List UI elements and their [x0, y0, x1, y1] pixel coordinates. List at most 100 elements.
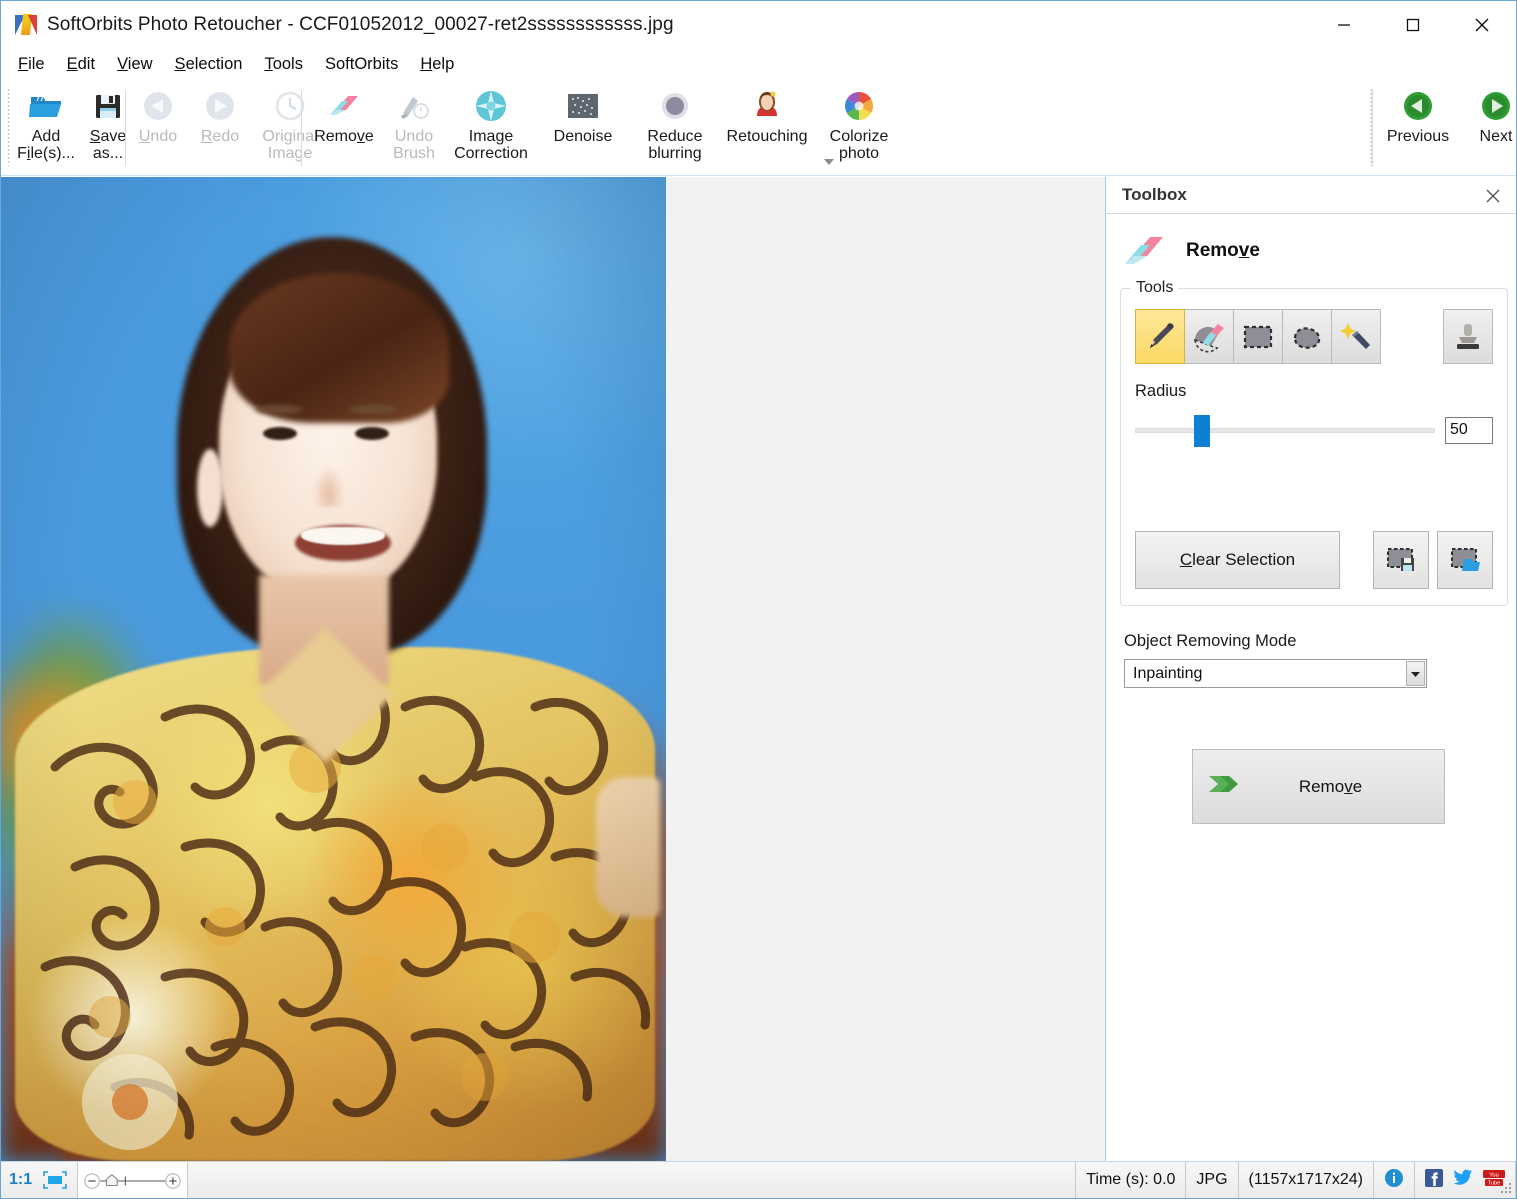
- toolbox-header: Toolbox: [1106, 177, 1516, 214]
- lasso-select-tool-button[interactable]: [1282, 309, 1332, 364]
- color-wheel-icon: [839, 86, 879, 126]
- format-status: JPG: [1186, 1162, 1238, 1198]
- radius-slider-thumb[interactable]: [1194, 415, 1210, 447]
- toolbox-title: Toolbox: [1122, 185, 1187, 205]
- brush-clock-icon: [394, 86, 434, 126]
- close-button[interactable]: [1447, 1, 1516, 48]
- undo-label: Undo: [139, 128, 177, 145]
- radius-slider[interactable]: [1135, 411, 1445, 449]
- radius-slider-track: [1135, 428, 1435, 433]
- save-selection-icon: [1384, 545, 1418, 575]
- magic-wand-tool-button[interactable]: [1331, 309, 1381, 364]
- denoise-button[interactable]: Denoise: [537, 80, 629, 145]
- info-icon[interactable]: [1384, 1168, 1404, 1193]
- tools-groupbox: Tools: [1120, 288, 1508, 606]
- remove-action-button[interactable]: Remove: [1192, 749, 1445, 824]
- clear-selection-button[interactable]: Clear Selection: [1135, 531, 1340, 589]
- zoom-buttons-cell: 1:1: [1, 1162, 78, 1198]
- save-selection-button[interactable]: [1373, 531, 1429, 589]
- magic-wand-icon: [1339, 320, 1373, 354]
- info-cell: [1374, 1162, 1415, 1198]
- undo-arrow-icon: [138, 86, 178, 126]
- menu-tools[interactable]: Tools: [264, 55, 303, 74]
- colorize-photo-label: Colorize photo: [830, 128, 889, 162]
- green-right-arrow-icon: [1476, 86, 1516, 126]
- eraser-tool-button[interactable]: [1184, 309, 1234, 364]
- redo-button[interactable]: Redo: [189, 80, 251, 145]
- menu-softorbits[interactable]: SoftOrbits: [325, 55, 398, 74]
- remove-button[interactable]: Remove: [305, 80, 383, 145]
- eraser-brush-icon: [1191, 320, 1227, 354]
- next-button[interactable]: Next: [1457, 80, 1517, 145]
- ribbon-expand-icon[interactable]: [822, 155, 836, 169]
- menu-selection[interactable]: Selection: [175, 55, 243, 74]
- pencil-icon: [1143, 320, 1177, 354]
- ribbon-group-navigation: Previous Next: [1379, 80, 1517, 176]
- photo-canvas[interactable]: [1, 177, 666, 1161]
- radius-label: Radius: [1135, 382, 1493, 401]
- pencil-tool-button[interactable]: [1135, 309, 1185, 364]
- menu-view[interactable]: View: [117, 55, 152, 74]
- time-status: Time (s): 0.0: [1076, 1162, 1186, 1198]
- undo-button[interactable]: Undo: [127, 80, 189, 145]
- window-title: SoftOrbits Photo Retoucher - CCF01052012…: [47, 14, 674, 36]
- toolbox-section-header: Remove: [1120, 228, 1516, 274]
- undo-brush-label: Undo Brush: [393, 128, 435, 162]
- reduce-blurring-button[interactable]: Reduce blurring: [629, 80, 721, 162]
- toolbox-section-title: Remove: [1186, 240, 1260, 262]
- undo-brush-button[interactable]: Undo Brush: [383, 80, 445, 162]
- rectangle-select-tool-button[interactable]: [1233, 309, 1283, 364]
- twitter-icon[interactable]: [1453, 1169, 1473, 1192]
- object-removing-mode-value: Inpainting: [1125, 665, 1202, 683]
- chevron-down-icon[interactable]: [1406, 661, 1425, 686]
- image-correction-button[interactable]: Image Correction: [445, 80, 537, 162]
- menu-edit[interactable]: Edit: [67, 55, 95, 74]
- status-spacer: [188, 1162, 1076, 1198]
- ribbon-group-file: Add File(s)... Save as...: [15, 80, 139, 176]
- maximize-button[interactable]: [1378, 1, 1447, 48]
- ribbon-group-history: Undo Redo: [127, 80, 329, 176]
- colorize-photo-button[interactable]: Colorize photo: [813, 80, 905, 162]
- add-files-label: Add File(s)...: [17, 128, 75, 162]
- retouching-label: Retouching: [727, 128, 808, 145]
- load-selection-icon: [1448, 545, 1482, 575]
- object-removing-mode-select[interactable]: Inpainting: [1124, 659, 1427, 688]
- green-double-arrow-icon: [1207, 770, 1243, 803]
- redo-label: Redo: [201, 128, 239, 145]
- radius-slider-row: [1135, 411, 1493, 449]
- menu-help[interactable]: Help: [420, 55, 454, 74]
- add-files-button[interactable]: Add File(s)...: [15, 80, 77, 162]
- eraser-icon: [324, 86, 364, 126]
- previous-button[interactable]: Previous: [1379, 80, 1457, 145]
- radius-value-input[interactable]: [1445, 417, 1493, 444]
- clone-stamp-icon: [1452, 320, 1484, 354]
- menu-file[interactable]: File: [18, 55, 45, 74]
- canvas-work-area[interactable]: [1, 177, 1105, 1161]
- image-correction-label: Image Correction: [454, 128, 528, 162]
- retouching-button[interactable]: Retouching: [721, 80, 813, 145]
- window-controls: [1309, 1, 1516, 48]
- floppy-disk-icon: [88, 86, 128, 126]
- application-window: SoftOrbits Photo Retoucher - CCF01052012…: [0, 0, 1517, 1199]
- zoom-actual-size-button[interactable]: 1:1: [9, 1171, 32, 1189]
- ribbon-group-tools: Remove Undo Brush: [305, 80, 905, 176]
- ribbon-drag-handle[interactable]: [7, 88, 10, 166]
- noise-square-icon: [563, 86, 603, 126]
- ribbon-separator-2: [301, 90, 302, 166]
- remove-action-label: Remove: [1243, 777, 1418, 797]
- clone-stamp-tool-button[interactable]: [1443, 309, 1493, 364]
- eraser-icon: [1120, 231, 1168, 271]
- load-selection-button[interactable]: [1437, 531, 1493, 589]
- status-bar: 1:1: [1, 1161, 1516, 1198]
- menu-bar: File Edit View Selection Tools SoftOrbit…: [1, 48, 1516, 80]
- toolbox-close-icon[interactable]: [1482, 185, 1504, 207]
- facebook-icon[interactable]: [1425, 1169, 1443, 1192]
- denoise-label: Denoise: [554, 128, 613, 145]
- minimize-button[interactable]: [1309, 1, 1378, 48]
- next-label: Next: [1480, 128, 1513, 145]
- open-folder-icon: [26, 86, 66, 126]
- zoom-slider-cell[interactable]: [78, 1162, 188, 1199]
- resize-grip-icon[interactable]: [1499, 1181, 1513, 1195]
- fit-to-window-icon[interactable]: [41, 1170, 69, 1190]
- green-left-arrow-icon: [1398, 86, 1438, 126]
